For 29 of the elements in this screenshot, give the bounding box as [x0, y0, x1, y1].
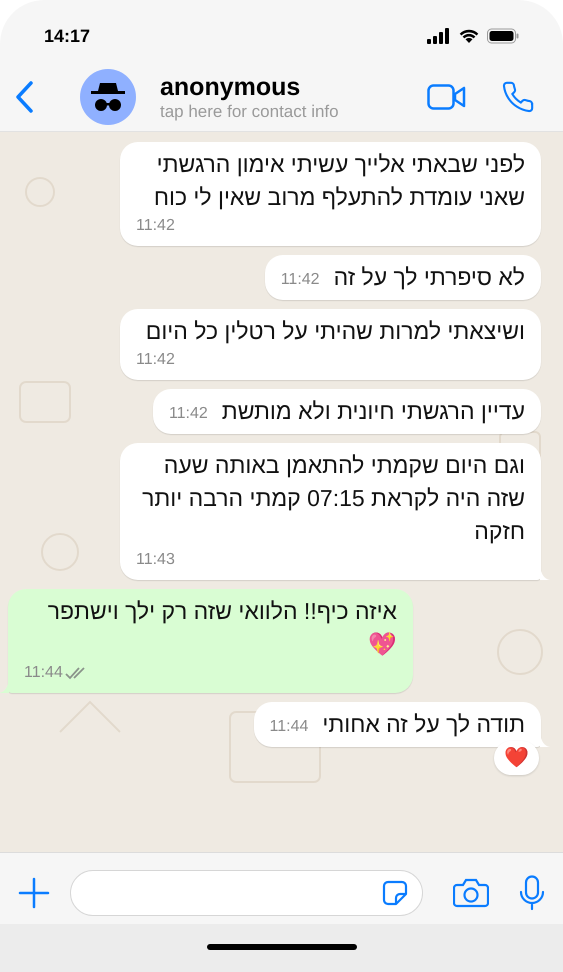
message-input-field[interactable]	[70, 870, 423, 916]
message-time: 11:43	[136, 550, 175, 570]
video-call-icon[interactable]	[427, 84, 467, 110]
message-text: לפני שבאתי אלייך עשיתי אימון הרגשתי שאני עומדת להתעלף מרוב שאין לי כוח	[152, 150, 525, 212]
camera-icon[interactable]	[453, 878, 489, 908]
message-time: 11:44	[24, 663, 63, 683]
plus-icon[interactable]	[18, 876, 50, 908]
message-text: איזה כיף!! הלוואי שזה רק ילך וישתפר 💖	[48, 597, 397, 659]
reaction-badge: ❤	[494, 741, 539, 775]
wifi-icon	[458, 28, 480, 44]
message-text: עדיין הרגשתי חיונית ולא מותשת	[222, 397, 525, 426]
phone-icon[interactable]	[501, 80, 535, 114]
message-time: 11:44	[270, 717, 308, 737]
message-time: 11:42	[280, 270, 320, 290]
battery-icon	[487, 28, 519, 44]
sticker-icon[interactable]	[382, 880, 408, 906]
message-time: 11:42	[136, 216, 175, 236]
signal-icon	[427, 28, 451, 44]
message-text: תודה לך על זה אחותי	[322, 710, 525, 739]
message-text: לא סיפרתי לך על זה	[334, 263, 525, 292]
clock-time: 14:17	[44, 24, 90, 48]
message-text: וגם היום שקמתי להתאמן באותה שעה שזה היה לקראת 07:15 קמתי הרבה יותר חזקה	[141, 451, 525, 546]
message-time: 11:42	[136, 350, 175, 370]
microphone-icon[interactable]	[519, 874, 545, 910]
back-icon[interactable]	[14, 80, 36, 114]
message-text: ושיצאתי למרות שהיתי על רטלין כל היום	[146, 317, 525, 346]
message-time: 11:42	[168, 404, 208, 424]
contact-name[interactable]: anonymous	[160, 72, 427, 102]
avatar-icon[interactable]	[80, 68, 136, 124]
